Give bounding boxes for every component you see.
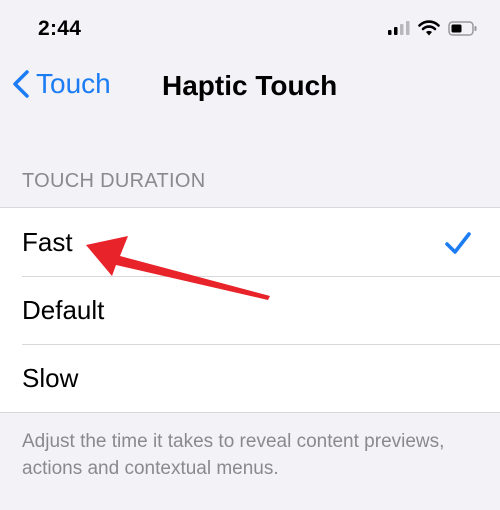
section-footer: Adjust the time it takes to reveal conte… xyxy=(22,431,445,479)
status-icons xyxy=(388,20,478,36)
back-button-label: Touch xyxy=(36,68,111,99)
touch-duration-list: Fast Default Slow xyxy=(0,207,500,413)
wifi-icon xyxy=(418,20,440,36)
checkmark-icon xyxy=(445,232,471,254)
page-title: Haptic Touch xyxy=(162,70,338,101)
cellular-signal-icon xyxy=(388,21,410,35)
option-label: Slow xyxy=(22,362,79,393)
option-label: Fast xyxy=(22,226,73,257)
status-time: 2:44 xyxy=(38,17,82,40)
back-button[interactable]: Touch xyxy=(12,68,111,100)
option-label: Default xyxy=(22,294,105,325)
section-header: TOUCH DURATION xyxy=(22,170,206,192)
navigation-bar: Touch Haptic Touch xyxy=(0,58,500,116)
option-slow[interactable]: Slow xyxy=(0,344,500,412)
status-bar: 2:44 xyxy=(0,0,500,58)
chevron-left-icon xyxy=(13,70,29,98)
option-fast[interactable]: Fast xyxy=(0,208,500,276)
option-default[interactable]: Default xyxy=(0,276,500,344)
battery-icon xyxy=(448,20,477,36)
